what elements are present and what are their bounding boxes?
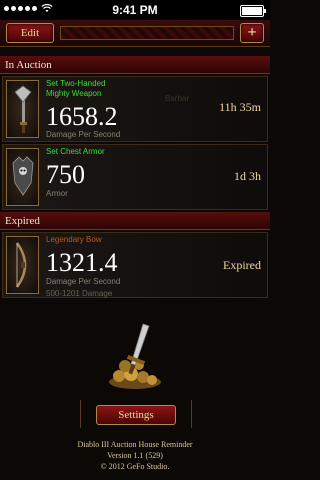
add-button[interactable]: + xyxy=(240,23,264,43)
item-thumbnail xyxy=(6,148,39,206)
item-value: 1658.2 xyxy=(46,102,118,131)
item-time-left: 11h 35m xyxy=(219,100,261,114)
item-stat-label: Damage Per Second xyxy=(46,130,121,139)
footer-app-name: Diablo III Auction House Reminder xyxy=(77,440,193,449)
status-bar: 9:41 PM xyxy=(0,0,270,20)
item-set-name: Legendary Bow xyxy=(46,235,102,244)
chest-armor-icon xyxy=(12,156,33,196)
auction-item[interactable]: Set Chest Armor 750 Armor 1d 3h xyxy=(2,144,268,210)
item-name: Mighty Weapon xyxy=(46,89,102,98)
battery-icon xyxy=(240,5,266,17)
two-handed-weapon-icon xyxy=(13,85,32,133)
footer-version: Version 1.1 (529) xyxy=(107,451,163,460)
item-time-left: 1d 3h xyxy=(234,169,261,183)
toolbar: Edit + xyxy=(0,20,270,47)
item-stat-label: Armor xyxy=(46,189,68,198)
expired-item[interactable]: Legendary Bow 1321.4 Damage Per Second 5… xyxy=(2,232,268,298)
item-class-ghost-text: Barbar xyxy=(165,94,190,103)
item-thumbnail xyxy=(6,80,39,138)
item-stat-label: Damage Per Second xyxy=(46,277,121,286)
item-set-name: Set Chest Armor xyxy=(46,147,105,156)
edit-button[interactable]: Edit xyxy=(6,23,54,43)
item-thumbnail xyxy=(6,236,39,294)
item-status: Expired xyxy=(223,258,261,272)
settings-button[interactable]: Settings xyxy=(96,405,176,425)
section-header-expired: Expired xyxy=(0,212,270,230)
bow-icon xyxy=(15,242,26,288)
status-time: 9:41 PM xyxy=(112,3,158,17)
treasure-sword-icon xyxy=(109,323,161,389)
item-value: 750 xyxy=(46,160,85,189)
item-set-name: Set Two-Handed xyxy=(46,79,106,88)
item-value: 1321.4 xyxy=(46,248,118,277)
item-damage-range: 500-1201 Damage xyxy=(46,289,113,298)
auction-item[interactable]: Set Two-Handed Mighty Weapon Barbar 1658… xyxy=(2,76,268,142)
footer-copyright: © 2012 GeFo Studio. xyxy=(100,462,170,471)
toolbar-ornament xyxy=(60,26,234,40)
section-header-in-auction: In Auction xyxy=(0,56,270,74)
